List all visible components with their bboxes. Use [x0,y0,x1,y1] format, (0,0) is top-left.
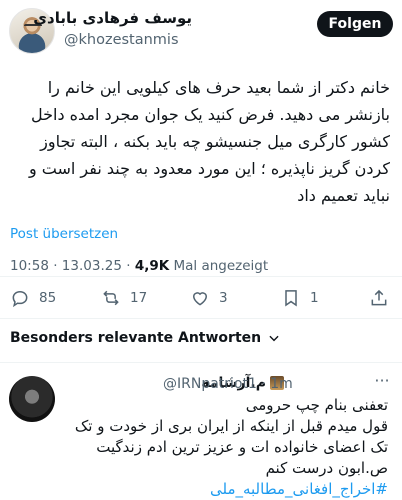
meta-separator: · [53,258,58,274]
reply-author-avatar[interactable] [9,376,55,422]
reply-handle-line: @IRNpatriot1 · 1m [163,376,293,392]
reply-count: 85 [39,290,57,306]
reply-button[interactable]: 85 [10,285,56,311]
repost-icon [103,290,119,306]
share-button[interactable] [369,285,389,311]
tweet-header: یوسف فرهادی بابادی @khozestanmis Folgen [0,0,402,60]
reply-sort-label: Besonders relevante Antworten [10,330,262,346]
divider [0,276,402,277]
tweet-date[interactable]: 13.03.25 [62,258,122,274]
divider [0,362,402,363]
tweet-meta: 10:58 · 13.03.25 · 4,9K Mal angezeigt [10,258,268,274]
meta-separator: · [126,258,131,274]
reply-time[interactable]: 1m [270,376,293,392]
follow-button[interactable]: Folgen [317,11,393,37]
share-icon [371,289,387,306]
action-bar: 85 17 3 1 [0,285,402,311]
hashtag-link[interactable]: #اخراج_افغانی_مطالبه_ملی [58,479,388,500]
reply-text: تعفنی بنام چپ حرومی قول میدم قبل از اینک… [58,395,388,500]
reply-author-handle[interactable]: @IRNpatriot1 [163,376,257,392]
bookmark-icon [285,290,297,307]
like-count: 3 [219,290,228,306]
tweet-text: خانم دکتر از شما بعید حرف های کیلویی این… [28,78,390,205]
repost-count: 17 [130,290,148,306]
heart-icon [192,292,208,306]
reply-line: تعفنی بنام چپ حرومی [245,396,388,414]
reply-line: قول میدم قبل از اینکه از ایران بری از خو… [74,417,388,477]
author-name[interactable]: یوسف فرهادی بابادی [33,9,192,27]
bookmark-count: 1 [310,290,319,306]
translate-link[interactable]: Post übersetzen [10,226,118,242]
view-label: Mal angezeigt [173,258,269,274]
repost-button[interactable]: 17 [101,285,147,311]
divider [0,318,402,319]
author-handle[interactable]: @khozestanmis [64,32,179,48]
tweet-time[interactable]: 10:58 [10,258,49,274]
view-count: 4,9K [134,258,170,274]
reply-icon [12,290,28,308]
reply-sort-selector[interactable]: Besonders relevante Antworten [10,330,281,346]
meta-separator: · [261,376,266,392]
bookmark-button[interactable]: 1 [281,285,319,311]
more-options-icon[interactable]: ··· [371,373,393,389]
like-button[interactable]: 3 [190,285,228,311]
chevron-down-icon [269,335,279,342]
